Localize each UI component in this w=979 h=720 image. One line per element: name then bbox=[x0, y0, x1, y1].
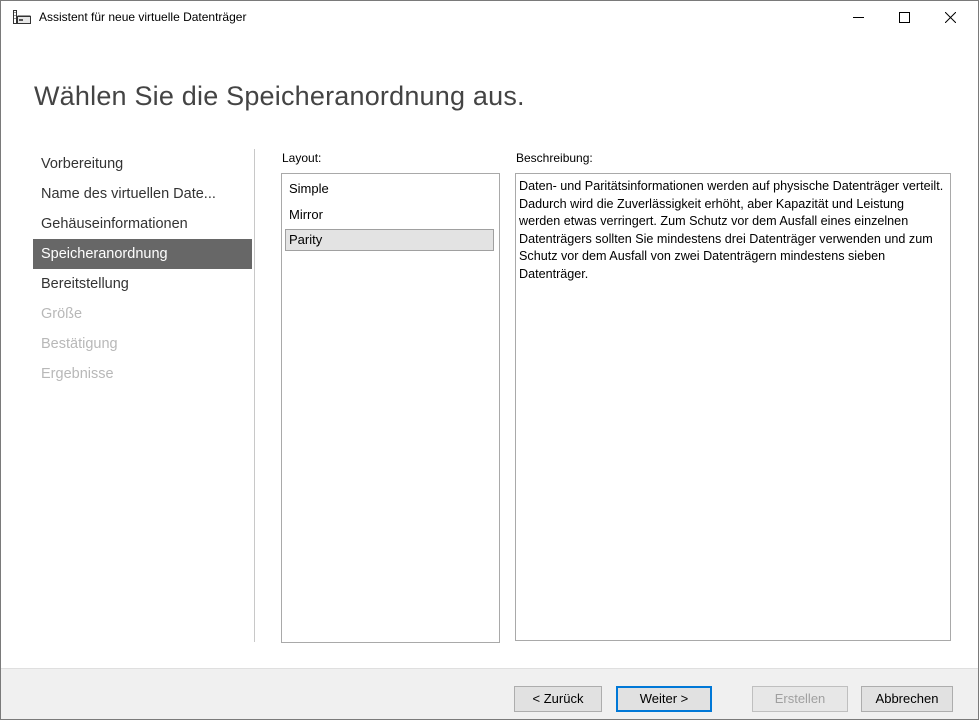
layout-listbox[interactable]: Simple Mirror Parity bbox=[281, 173, 500, 643]
maximize-icon bbox=[898, 11, 910, 23]
nav-item-groesse: Größe bbox=[41, 306, 83, 322]
nav-item-bereitstellung[interactable]: Bereitstellung bbox=[33, 269, 252, 299]
cancel-button[interactable]: Abbrechen bbox=[861, 686, 953, 712]
nav-divider bbox=[254, 149, 255, 642]
layout-option-simple[interactable]: Simple bbox=[285, 178, 494, 200]
nav-item-gehaeuseinformationen[interactable]: Gehäuseinformationen bbox=[33, 209, 252, 239]
minimize-button[interactable] bbox=[835, 1, 881, 33]
description-label: Beschreibung: bbox=[516, 151, 593, 165]
wizard-window: Assistent für neue virtuelle Datenträger… bbox=[0, 0, 979, 720]
nav-item-bestaetigung: Bestätigung bbox=[41, 336, 118, 352]
minimize-icon bbox=[852, 12, 864, 23]
page-title: Wählen Sie die Speicheranordnung aus. bbox=[34, 81, 525, 111]
title-bar: Assistent für neue virtuelle Datenträger bbox=[1, 1, 978, 33]
layout-option-mirror[interactable]: Mirror bbox=[285, 204, 494, 226]
layout-option-parity[interactable]: Parity bbox=[285, 229, 494, 251]
next-button[interactable]: Weiter > bbox=[616, 686, 712, 712]
window-title: Assistent für neue virtuelle Datenträger bbox=[39, 10, 247, 24]
description-text: Daten- und Paritätsinformationen werden … bbox=[519, 179, 944, 281]
wizard-step-nav: Vorbereitung Name des virtuellen Date...… bbox=[33, 149, 252, 389]
close-icon bbox=[944, 11, 956, 23]
wizard-drive-icon bbox=[13, 10, 31, 24]
create-button: Erstellen bbox=[752, 686, 848, 712]
nav-item-vorbereitung[interactable]: Vorbereitung bbox=[33, 149, 252, 179]
nav-item-ergebnisse: Ergebnisse bbox=[41, 366, 114, 382]
description-box: Daten- und Paritätsinformationen werden … bbox=[515, 173, 951, 641]
button-bar: < Zurück Weiter > Erstellen Abbrechen bbox=[1, 668, 978, 719]
back-button[interactable]: < Zurück bbox=[514, 686, 602, 712]
nav-item-speicheranordnung[interactable]: Speicheranordnung bbox=[33, 239, 252, 269]
layout-label: Layout: bbox=[282, 151, 322, 165]
close-button[interactable] bbox=[927, 1, 973, 33]
maximize-button[interactable] bbox=[881, 1, 927, 33]
nav-item-name[interactable]: Name des virtuellen Date... bbox=[33, 179, 252, 209]
